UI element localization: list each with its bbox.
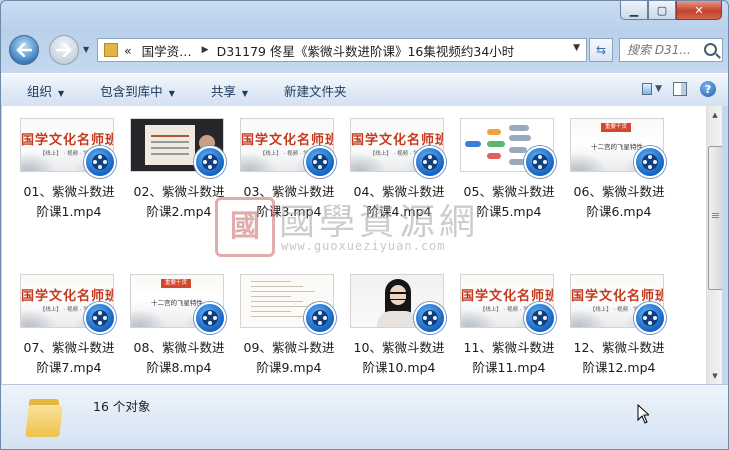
video-player-icon: [634, 302, 666, 334]
search-box[interactable]: [619, 38, 723, 62]
address-history-dropdown[interactable]: ▼: [573, 43, 580, 53]
file-item[interactable]: 国学文化名师班 【线上】 · 视频 · 学习 12、紫微斗数进 阶课12.mp4: [552, 262, 666, 375]
folder-icon: [25, 393, 65, 437]
share-menu[interactable]: 共享 ▼: [199, 78, 258, 103]
minimize-button[interactable]: ▁: [620, 1, 648, 20]
file-item[interactable]: 重要干货 十二宫的飞星特性 06、紫微斗数进 阶课6.mp4: [552, 106, 666, 219]
caption-buttons: ▁ ▢ ✕: [620, 1, 722, 20]
file-name-line-1: 12、紫微斗数进: [573, 340, 665, 355]
file-item[interactable]: 国学文化名师班 【线上】 · 视频 · 学习 04、紫微斗数进 阶课4.mp4: [332, 106, 446, 219]
navigation-bar: ▼ « 国学资… ▶ D31179 佟星《紫微斗数进阶课》16集视频约34小时 …: [9, 35, 723, 67]
forward-button[interactable]: [49, 35, 79, 65]
breadcrumb-item-current[interactable]: D31179 佟星《紫微斗数进阶课》16集视频约34小时: [217, 41, 515, 60]
explorer-window: ▁ ▢ ✕ ▼ « 国学资… ▶ D31179 佟星《紫微斗数进阶课》16集视频…: [0, 0, 729, 450]
new-folder-label: 新建文件夹: [284, 83, 347, 99]
chevron-down-icon: ▼: [241, 88, 249, 98]
help-icon: ?: [700, 81, 716, 97]
chevron-down-icon: ▼: [168, 88, 175, 98]
recent-pages-dropdown[interactable]: ▼: [83, 45, 89, 54]
breadcrumb-overflow[interactable]: «: [124, 43, 132, 58]
back-arrow-icon: [16, 43, 32, 57]
file-name-line-1: 06、紫微斗数进: [573, 184, 665, 199]
file-name[interactable]: 12、紫微斗数进 阶课12.mp4: [556, 338, 682, 378]
share-label: 共享: [210, 83, 236, 99]
thumbnail-tag: 重要干货: [161, 279, 191, 288]
file-name-line-2: 阶课6.mp4: [586, 204, 652, 219]
close-button[interactable]: ✕: [676, 1, 722, 20]
back-button[interactable]: [9, 35, 39, 65]
breadcrumb-item-root[interactable]: 国学资…: [142, 41, 192, 60]
organize-label: 组织: [27, 83, 53, 99]
scroll-up-icon[interactable]: ▲: [707, 106, 723, 123]
include-in-library-menu[interactable]: 包含到库中 ▼: [88, 78, 185, 103]
file-item[interactable]: 国学文化名师班 【线上】 · 视频 · 学习 03、紫微斗数进 阶课3.mp4: [222, 106, 336, 219]
window-frame: [722, 106, 728, 384]
file-item[interactable]: 国学文化名师班 【线上】 · 视频 · 学习 07、紫微斗数进 阶课7.mp4: [2, 262, 116, 375]
search-input[interactable]: [625, 42, 703, 58]
organize-menu[interactable]: 组织 ▼: [15, 78, 74, 103]
video-player-icon: [634, 146, 666, 178]
file-item[interactable]: 09、紫微斗数进 阶课9.mp4: [222, 262, 336, 375]
file-item[interactable]: 国学文化名师班 【线上】 · 视频 · 学习 01、紫微斗数进 阶课1.mp4: [2, 106, 116, 219]
change-view-button[interactable]: ▼: [642, 80, 662, 98]
folder-icon: [104, 43, 118, 57]
scroll-down-icon[interactable]: ▼: [707, 367, 723, 384]
refresh-button[interactable]: ⇆: [589, 38, 613, 62]
file-item[interactable]: 10、紫微斗数进 阶课10.mp4: [332, 262, 446, 375]
forward-arrow-icon: [56, 43, 72, 57]
mouse-cursor-icon: [637, 404, 649, 424]
chevron-down-icon: ▼: [655, 84, 662, 94]
maximize-button[interactable]: ▢: [648, 1, 676, 20]
vertical-scrollbar[interactable]: ▲ ▼: [706, 106, 723, 384]
search-icon[interactable]: [704, 43, 717, 56]
new-folder-button[interactable]: 新建文件夹: [272, 78, 357, 103]
file-item[interactable]: 重要干货 十二宫的飞星特性 08、紫微斗数进 阶课8.mp4: [112, 262, 226, 375]
preview-pane-icon: [673, 82, 687, 96]
grip-icon: [712, 213, 719, 214]
file-item[interactable]: 02、紫微斗数进 阶课2.mp4: [112, 106, 226, 219]
file-name[interactable]: 06、紫微斗数进 阶课6.mp4: [556, 182, 682, 222]
file-item[interactable]: 国学文化名师班 【线上】 · 视频 · 学习 11、紫微斗数进 阶课11.mp4: [442, 262, 556, 375]
command-bar: 组织 ▼ 包含到库中 ▼ 共享 ▼ 新建文件夹 ▼ ?: [1, 73, 728, 107]
file-name-line-2: 阶课12.mp4: [582, 360, 656, 375]
details-pane: 16 个对象: [1, 384, 728, 449]
item-count: 16 个对象: [93, 399, 151, 414]
thumbnail-tag: 重要干货: [601, 123, 631, 132]
view-icon: [642, 83, 653, 95]
file-grid: 国学文化名师班 【线上】 · 视频 · 学习 01、紫微斗数进 阶课1.mp4 02、紫…: [2, 106, 706, 384]
file-item[interactable]: 05、紫微斗数进 阶课5.mp4: [442, 106, 556, 219]
preview-pane-button[interactable]: [670, 80, 690, 98]
refresh-icon: ⇆: [595, 43, 607, 57]
address-bar[interactable]: « 国学资… ▶ D31179 佟星《紫微斗数进阶课》16集视频约34小时 ▼: [97, 38, 587, 62]
help-button[interactable]: ?: [698, 80, 718, 98]
file-list[interactable]: 国学文化名师班 【线上】 · 视频 · 学习 01、紫微斗数进 阶课1.mp4 02、紫…: [2, 106, 706, 384]
scrollbar-thumb[interactable]: [708, 146, 723, 290]
include-in-library-label: 包含到库中: [100, 83, 163, 99]
chevron-down-icon: ▼: [58, 88, 65, 98]
breadcrumb-separator-icon[interactable]: ▶: [202, 45, 209, 55]
